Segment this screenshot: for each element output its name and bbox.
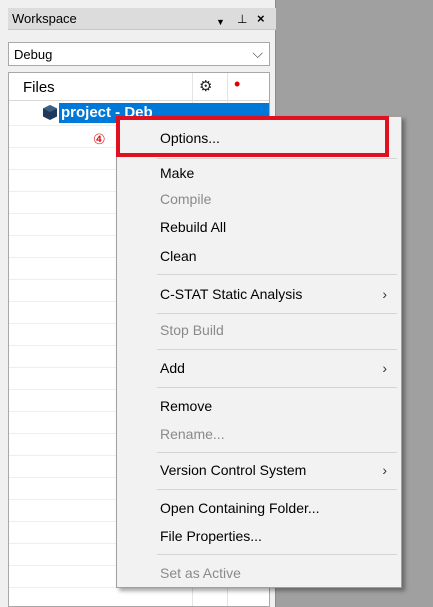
menu-item-open-containing-folder[interactable]: Open Containing Folder...	[117, 495, 401, 521]
menu-item-label: Open Containing Folder...	[160, 500, 320, 516]
menu-item-label: Rename...	[160, 426, 225, 442]
menu-item-clean[interactable]: Clean	[117, 243, 401, 269]
pin-icon[interactable]: ⊥	[237, 10, 247, 28]
highlight-box	[116, 116, 389, 157]
menu-item-label: File Properties...	[160, 528, 262, 544]
menu-item-label: Clean	[160, 248, 197, 264]
menu-item-label: Rebuild All	[160, 219, 227, 235]
menu-item-rename[interactable]: Rename...	[117, 421, 401, 447]
red-dot-icon: •	[234, 74, 241, 94]
menu-separator	[157, 452, 397, 453]
menu-separator	[157, 489, 397, 490]
menu-separator	[157, 158, 397, 159]
menu-item-label: Stop Build	[160, 322, 224, 338]
menu-item-label: Version Control System	[160, 462, 307, 478]
context-menu: Options... Make Compile Rebuild All Clea…	[116, 116, 402, 588]
chevron-right-icon: ›	[382, 462, 387, 478]
close-icon[interactable]: ×	[257, 10, 265, 28]
menu-separator	[157, 387, 397, 388]
files-column-header: Files	[23, 79, 55, 96]
menu-separator	[157, 274, 397, 275]
configuration-value: Debug	[14, 47, 53, 62]
menu-item-label: Add	[160, 360, 185, 376]
menu-item-version-control[interactable]: Version Control System ›	[117, 457, 401, 483]
chevron-down-icon: ⌵	[252, 45, 263, 61]
step-marker: ④	[93, 131, 106, 147]
menu-item-make[interactable]: Make	[117, 160, 401, 186]
menu-item-label: Set as Active	[160, 565, 241, 581]
configuration-select[interactable]: Debug ⌵	[8, 42, 270, 66]
menu-item-set-as-active[interactable]: Set as Active	[117, 560, 401, 586]
workspace-titlebar: Workspace ▼ ⊥ ×	[8, 8, 276, 30]
menu-item-c-stat[interactable]: C-STAT Static Analysis ›	[117, 281, 401, 307]
menu-item-label: Remove	[160, 398, 213, 414]
project-icon	[43, 105, 57, 120]
menu-item-label: Compile	[160, 191, 212, 207]
menu-item-remove[interactable]: Remove	[117, 393, 401, 419]
menu-separator	[157, 313, 397, 314]
workspace-title: Workspace	[12, 11, 77, 26]
menu-item-label: C-STAT Static Analysis	[160, 286, 303, 302]
chevron-right-icon: ›	[382, 360, 387, 376]
tree-header: Files ⚙ •	[9, 73, 269, 101]
menu-separator	[157, 554, 397, 555]
menu-item-stop-build[interactable]: Stop Build	[117, 317, 401, 343]
chevron-right-icon: ›	[382, 286, 387, 302]
dropdown-icon[interactable]: ▼	[216, 13, 225, 31]
menu-separator	[157, 349, 397, 350]
menu-item-compile[interactable]: Compile	[117, 186, 401, 212]
menu-item-rebuild-all[interactable]: Rebuild All	[117, 214, 401, 240]
menu-item-file-properties[interactable]: File Properties...	[117, 523, 401, 549]
menu-item-add[interactable]: Add ›	[117, 355, 401, 381]
menu-item-label: Make	[160, 165, 195, 181]
gear-icon: ⚙	[199, 78, 213, 95]
